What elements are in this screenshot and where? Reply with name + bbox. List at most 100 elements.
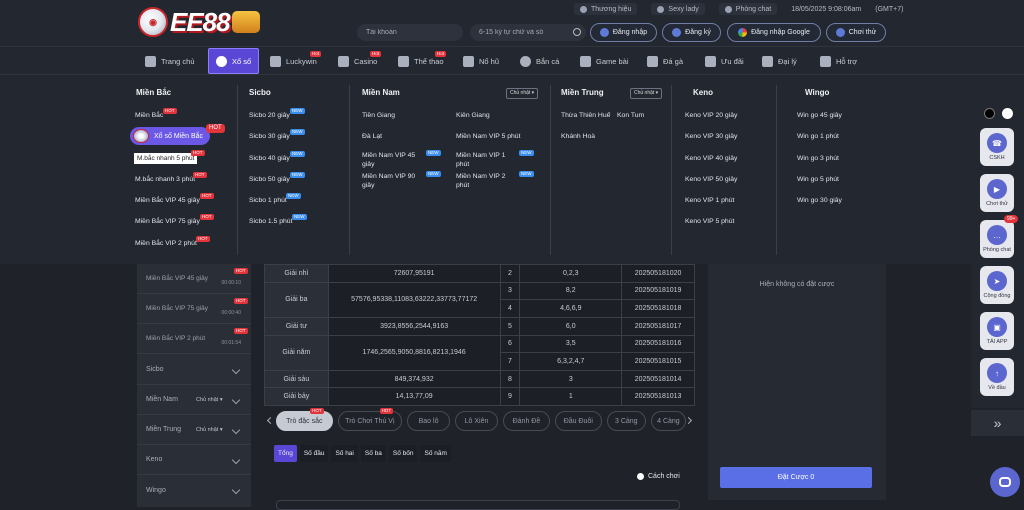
list-item-mb-vip-2[interactable]: Miền Bắc VIP 2 phút 00:01:54 HOT bbox=[137, 324, 251, 354]
menu-item-mb-vip-2[interactable]: Miền Bắc VIP 2 phút bbox=[135, 240, 197, 247]
menu-item-keno-40[interactable]: Keno VIP 40 giây bbox=[685, 155, 737, 162]
nav-cockfight[interactable]: Đá gà bbox=[647, 47, 683, 75]
top-link-brand[interactable]: Thương hiệu bbox=[574, 3, 638, 15]
menu-item-mn-vip-90[interactable]: Miền Nam VIP 90 giây bbox=[362, 172, 422, 190]
category-wingo[interactable]: Wingo bbox=[137, 475, 251, 505]
tab-lo-xien[interactable]: Lô Xiên bbox=[455, 411, 498, 431]
list-item-mb-vip-75[interactable]: Miền Bắc VIP 75 giây 00:00:40 HOT bbox=[137, 294, 251, 324]
menu-item-mn-vip-1[interactable]: Miền Nam VIP 1 phút bbox=[456, 151, 516, 169]
menu-item-da-lat[interactable]: Đà Lạt bbox=[362, 133, 382, 140]
live-chat-button[interactable] bbox=[990, 467, 1020, 497]
subtab-so-dau[interactable]: Số đầu bbox=[299, 445, 329, 462]
list-item-mb-vip-45[interactable]: Miền Bắc VIP 45 giây 00:00:10 HOT bbox=[137, 264, 251, 294]
menu-item-thua-thien-hue[interactable]: Thừa Thiên Huế bbox=[561, 112, 610, 119]
how-to-play-link[interactable]: Cách chơi bbox=[637, 473, 680, 480]
category-mien-trung[interactable]: Miền Trung Chủ nhật ▾ bbox=[137, 415, 251, 445]
expand-sidebar-button[interactable]: » bbox=[971, 410, 1024, 436]
category-keno[interactable]: Keno bbox=[137, 445, 251, 475]
day-select[interactable]: Chủ nhật ▾ bbox=[196, 397, 223, 403]
top-link-sexy-lady[interactable]: Sexy lady bbox=[651, 3, 705, 15]
menu-item-mn-vip-5[interactable]: Miền Nam VIP 5 phút bbox=[456, 133, 520, 140]
menu-item-wingo-45[interactable]: Win go 45 giây bbox=[797, 112, 842, 119]
cskh-button[interactable]: ☎ CSKH bbox=[980, 128, 1014, 166]
light-theme-toggle[interactable] bbox=[1002, 108, 1013, 119]
tab-3-cang[interactable]: 3 Càng bbox=[606, 411, 646, 431]
bet-input-area[interactable] bbox=[276, 500, 680, 510]
category-sicbo[interactable]: Sicbo bbox=[137, 355, 251, 385]
trial-button[interactable]: Chơi thử bbox=[826, 23, 886, 42]
menu-item-xo-so-mien-bac[interactable]: Xổ số Miền Bắc bbox=[130, 127, 210, 145]
tab-tro-choi-thu-vi[interactable]: Trò Chơi Thú Vị HOT bbox=[337, 408, 403, 431]
menu-item-sicbo-1[interactable]: Sicbo 1 phút bbox=[249, 197, 287, 204]
tab-scroll-right[interactable] bbox=[684, 416, 693, 425]
nav-casino[interactable]: Casino Hot bbox=[338, 47, 382, 75]
dark-theme-toggle[interactable] bbox=[984, 108, 995, 119]
mien-trung-day-select[interactable]: Chủ nhật ▾ bbox=[630, 88, 663, 99]
tab-tro-dac-sac[interactable]: Trò đặc sắc HOT bbox=[276, 408, 333, 431]
menu-item-sicbo-50[interactable]: Sicbo 50 giây bbox=[249, 176, 290, 183]
account-input[interactable] bbox=[357, 24, 463, 41]
menu-item-keno-20[interactable]: Keno VIP 20 giây bbox=[685, 112, 737, 119]
menu-item-mn-vip-2[interactable]: Miền Nam VIP 2 phút bbox=[456, 172, 516, 190]
menu-item-mien-bac[interactable]: Miền Bắc bbox=[135, 112, 163, 119]
nav-support[interactable]: Hỗ trợ bbox=[820, 47, 857, 75]
menu-item-wingo-30[interactable]: Win go 30 giây bbox=[797, 197, 842, 204]
menu-item-sicbo-20[interactable]: Sicbo 20 giây bbox=[249, 112, 290, 119]
menu-item-mb-3-phut[interactable]: M.bắc nhanh 3 phút bbox=[135, 176, 195, 183]
menu-item-keno-30[interactable]: Keno VIP 30 giây bbox=[685, 133, 737, 140]
trial-side-button[interactable]: ▶ Chơi thử bbox=[980, 174, 1014, 212]
nav-promotions[interactable]: Ưu đãi bbox=[705, 47, 744, 75]
nav-lottery[interactable]: Xổ số bbox=[208, 48, 260, 74]
menu-item-mb-vip-45[interactable]: Miền Bắc VIP 45 giây bbox=[135, 197, 200, 204]
menu-item-sicbo-1-5[interactable]: Sicbo 1.5 phút bbox=[249, 218, 292, 225]
menu-item-wingo-1[interactable]: Win go 1 phút bbox=[797, 133, 839, 140]
tab-dau-duoi[interactable]: Đầu Đuôi bbox=[554, 411, 602, 431]
nav-home[interactable]: Trang chủ bbox=[145, 47, 195, 75]
mien-nam-day-select[interactable]: Chủ nhật ▾ bbox=[506, 88, 539, 99]
nav-luckywin[interactable]: Luckywin Hot bbox=[270, 47, 322, 75]
nav-sports[interactable]: Thể thao Hot bbox=[398, 47, 447, 75]
menu-item-mn-vip-45[interactable]: Miền Nam VIP 45 giây bbox=[362, 151, 422, 169]
subtab-so-bon[interactable]: Số bốn bbox=[388, 445, 418, 462]
tab-scroll-left[interactable] bbox=[266, 416, 275, 425]
login-button[interactable]: Đăng nhập bbox=[590, 23, 657, 42]
register-button[interactable]: Đăng ký bbox=[662, 23, 721, 42]
subtab-so-hai[interactable]: Số hai bbox=[331, 445, 358, 462]
tab-danh-de[interactable]: Đánh Đề bbox=[503, 411, 550, 431]
menu-item-wingo-5[interactable]: Win go 5 phút bbox=[797, 176, 839, 183]
tab-4-cang[interactable]: 4 Càng bbox=[650, 411, 686, 431]
empty-bet-text: Hiện không có đặt cược bbox=[759, 281, 835, 288]
subtab-tong[interactable]: Tổng bbox=[274, 445, 297, 462]
menu-item-kien-giang[interactable]: Kiên Giang bbox=[456, 112, 490, 119]
chat-room-button[interactable]: … Phòng chat bbox=[980, 220, 1014, 258]
password-input[interactable] bbox=[470, 24, 586, 41]
logo[interactable]: ◉ EE88 bbox=[138, 5, 298, 39]
subtab-so-nam[interactable]: Số năm bbox=[420, 445, 451, 462]
menu-item-khanh-hoa[interactable]: Khánh Hoà bbox=[561, 133, 595, 140]
menu-item-kon-tum[interactable]: Kon Tum bbox=[617, 112, 644, 119]
back-to-top-button[interactable]: ↑ Về đầu bbox=[980, 358, 1014, 396]
menu-item-mb-vip-75[interactable]: Miền Bắc VIP 75 giây bbox=[135, 218, 200, 225]
menu-item-mb-5-phut[interactable]: M.bắc nhanh 5 phút bbox=[134, 153, 198, 164]
day-select[interactable]: Chủ nhật ▾ bbox=[196, 427, 223, 433]
menu-item-sicbo-40[interactable]: Sicbo 40 giây bbox=[249, 155, 290, 162]
nav-agent[interactable]: Đại lý bbox=[762, 47, 797, 75]
nav-fishing[interactable]: Bắn cá bbox=[520, 47, 559, 75]
top-link-chat[interactable]: Phòng chat bbox=[718, 3, 778, 15]
menu-item-keno-50[interactable]: Keno VIP 50 giây bbox=[685, 176, 737, 183]
menu-item-wingo-3[interactable]: Win go 3 phút bbox=[797, 155, 839, 162]
eye-icon[interactable] bbox=[573, 28, 581, 36]
menu-item-sicbo-30[interactable]: Sicbo 30 giây bbox=[249, 133, 290, 140]
community-button[interactable]: ➤ Cộng đồng bbox=[980, 266, 1014, 304]
menu-item-keno-1[interactable]: Keno VIP 1 phút bbox=[685, 197, 734, 204]
google-login-button[interactable]: Đăng nhập Google bbox=[727, 23, 821, 42]
nav-cards[interactable]: Game bài bbox=[580, 47, 629, 75]
subtab-so-ba[interactable]: Số ba bbox=[360, 445, 386, 462]
tab-bao-lo[interactable]: Bao lô bbox=[407, 411, 451, 431]
nav-slots[interactable]: Nổ hũ bbox=[463, 47, 499, 75]
category-mien-nam[interactable]: Miền Nam Chủ nhật ▾ bbox=[137, 385, 251, 415]
menu-item-keno-5[interactable]: Keno VIP 5 phút bbox=[685, 218, 734, 225]
menu-item-tien-giang[interactable]: Tiền Giang bbox=[362, 112, 395, 119]
download-app-button[interactable]: ▣ TẢI APP bbox=[980, 312, 1014, 350]
place-bet-button[interactable]: Đặt Cược 0 bbox=[720, 467, 872, 488]
